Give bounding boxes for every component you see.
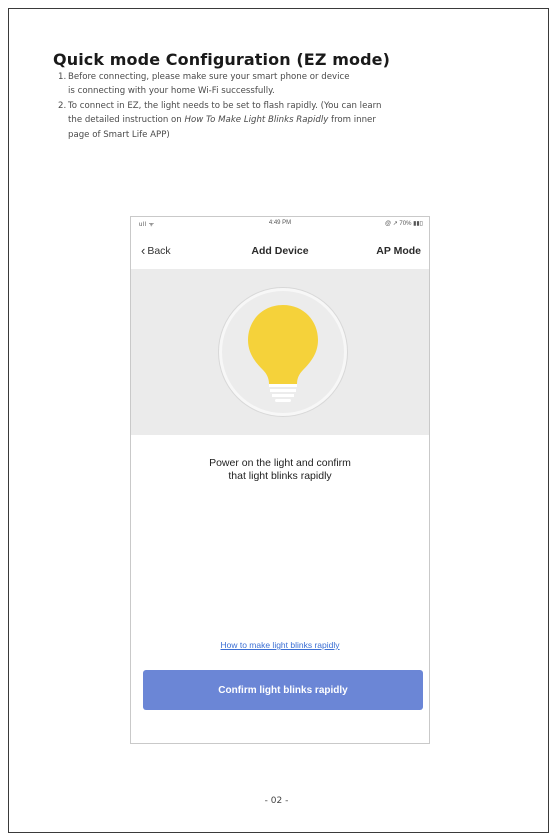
status-bar: ull ᯤ 4:49 PM @ ↗ 70% ▮▮▯ — [131, 217, 429, 231]
step-1: 1. Before connecting, please make sure y… — [58, 70, 528, 99]
step-2-guide-title: How To Make Light Blinks Rapidly — [184, 115, 329, 126]
page-number: - 02 - — [264, 796, 289, 806]
confirm-button[interactable]: Confirm light blinks rapidly — [143, 670, 423, 710]
step-number: 1. — [58, 72, 67, 82]
bulb-circle — [219, 288, 347, 416]
step-2-text: from inner — [328, 115, 376, 126]
step-1-line-1: Before connecting, please make sure your… — [68, 72, 350, 82]
help-link[interactable]: How to make light blinks rapidly — [131, 640, 429, 650]
step-2: 2. To connect in EZ, the light needs to … — [58, 99, 528, 142]
ap-mode-button[interactable]: AP Mode — [376, 245, 421, 257]
battery-icon: @ ↗ 70% ▮▮▯ — [384, 221, 423, 227]
step-2-line-1: To connect in EZ, the light needs to be … — [68, 100, 382, 111]
step-2-line-3: page of Smart Life APP) — [68, 129, 170, 140]
nav-bar: ‹ Back Add Device AP Mode — [131, 237, 429, 267]
hero-panel — [131, 269, 429, 435]
phone-screenshot: ull ᯤ 4:49 PM @ ↗ 70% ▮▮▯ ‹ Back Add Dev… — [130, 216, 430, 744]
instruction-text: Power on the light and confirm that ligh… — [131, 457, 429, 483]
step-1-line-2: is connecting with your home Wi-Fi succe… — [68, 86, 275, 97]
section-heading: Quick mode Configuration (EZ mode) — [53, 50, 390, 69]
instruction-steps: 1. Before connecting, please make sure y… — [58, 70, 528, 142]
instruction-line-2: that light blinks rapidly — [228, 470, 332, 482]
light-bulb-icon — [248, 305, 318, 402]
step-number: 2. — [58, 100, 67, 111]
step-2-text: the detailed instruction on — [68, 115, 185, 126]
instruction-line-1: Power on the light and confirm — [209, 457, 351, 469]
step-2-line-2: the detailed instruction on How To Make … — [68, 113, 528, 127]
